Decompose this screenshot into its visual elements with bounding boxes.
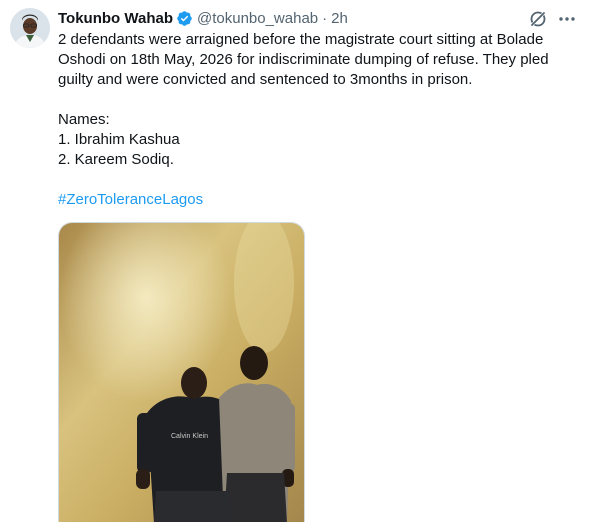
tweet-paragraph: 2 defendants were arraigned before the m… <box>58 31 549 88</box>
names-heading: Names: <box>58 111 110 128</box>
grok-icon[interactable] <box>528 9 548 29</box>
display-name[interactable]: Tokunbo Wahab <box>58 10 173 27</box>
tweet-header: Tokunbo Wahab @tokunbo_wahab · 2h <box>58 8 348 28</box>
name-item-2: 2. Kareem Sodiq. <box>58 151 174 168</box>
shirt-print: Calvin Klein <box>171 433 208 440</box>
name-item-1: 1. Ibrahim Kashua <box>58 131 180 148</box>
separator-dot: · <box>322 9 328 27</box>
tweet[interactable]: Tokunbo Wahab @tokunbo_wahab · 2h 2 defe… <box>0 0 592 522</box>
user-handle[interactable]: @tokunbo_wahab <box>197 10 318 27</box>
avatar[interactable] <box>10 8 50 48</box>
tweet-photo[interactable]: Calvin Klein <box>58 222 305 522</box>
timestamp[interactable]: 2h <box>331 10 348 27</box>
verified-badge-icon <box>176 10 193 27</box>
hashtag-link[interactable]: #ZeroToleranceLagos <box>58 191 203 208</box>
tweet-text: 2 defendants were arraigned before the m… <box>58 30 578 210</box>
more-options-icon[interactable] <box>556 9 578 29</box>
